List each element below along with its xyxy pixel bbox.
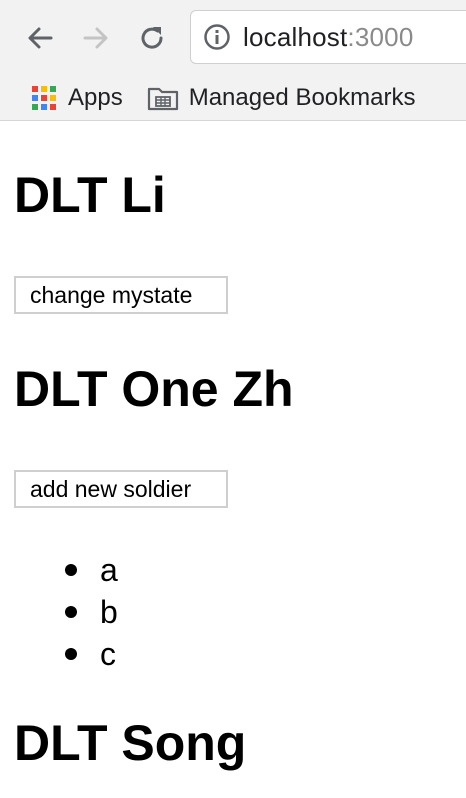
soldier-name: c [100, 636, 116, 672]
reload-button[interactable] [134, 20, 170, 56]
heading-dlt-song: DLT Song [14, 715, 247, 771]
url-port: :3000 [347, 21, 414, 52]
change-mystate-button[interactable]: change mystate [14, 276, 228, 314]
bullet-icon [65, 648, 77, 660]
forward-arrow-icon [83, 27, 108, 49]
apps-grid-dot [50, 86, 56, 92]
add-new-soldier-button[interactable]: add new soldier [14, 470, 228, 508]
soldier-list: abc [8, 549, 118, 675]
info-icon[interactable] [203, 23, 231, 51]
soldier-name: b [100, 594, 118, 630]
heading-dlt-one-zh: DLT One Zh [14, 361, 294, 417]
forward-button[interactable] [78, 20, 114, 56]
page-content: DLT Li change mystate DLT One Zh add new… [0, 121, 466, 798]
soldier-list-item: a [8, 549, 118, 591]
managed-bookmarks-label: Managed Bookmarks [188, 84, 416, 111]
apps-grid-icon [30, 84, 58, 112]
back-arrow-icon [28, 27, 53, 49]
url-host: localhost [243, 21, 348, 52]
apps-bookmark[interactable]: Apps [30, 80, 123, 116]
apps-grid-dot [50, 104, 56, 110]
apps-grid-dot [32, 104, 38, 110]
apps-grid-dot [32, 86, 38, 92]
apps-bookmark-label: Apps [68, 84, 123, 111]
managed-folder-icon [147, 85, 179, 111]
reload-icon [141, 27, 163, 49]
apps-grid-dot [50, 95, 56, 101]
apps-grid-dot [32, 95, 38, 101]
apps-grid-dot [41, 86, 47, 92]
browser-chrome: localhost:3000 Apps Managed Bookmarks [0, 0, 466, 121]
browser-toolbar: localhost:3000 [0, 0, 466, 76]
heading-dlt-li: DLT Li [14, 167, 166, 223]
managed-bookmarks-folder[interactable]: Managed Bookmarks [147, 80, 416, 116]
apps-grid-dot [41, 104, 47, 110]
soldier-list-item: b [8, 591, 118, 633]
soldier-list-item: c [8, 633, 118, 675]
bookmarks-bar: Apps Managed Bookmarks [0, 76, 466, 120]
bullet-icon [65, 606, 77, 618]
address-bar[interactable]: localhost:3000 [190, 10, 466, 64]
apps-grid-dot [41, 95, 47, 101]
soldier-name: a [100, 552, 118, 588]
bullet-icon [65, 564, 77, 576]
url-text: localhost:3000 [243, 22, 414, 53]
back-button[interactable] [22, 20, 58, 56]
